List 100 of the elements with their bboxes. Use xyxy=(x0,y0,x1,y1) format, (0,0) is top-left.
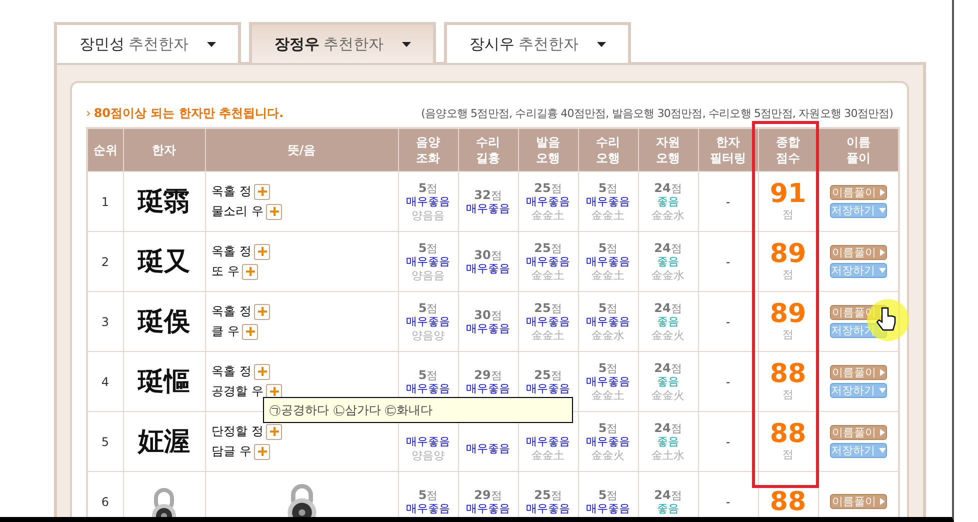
meaning-text: 물소리 우 xyxy=(212,203,264,220)
explain-button[interactable]: 이름풀이 xyxy=(830,365,887,380)
tab[interactable]: 장시우 추천한자 xyxy=(444,22,631,63)
detail-text: 金土水 xyxy=(650,448,686,462)
rating-text: 매우좋음 xyxy=(465,502,511,516)
detail-text: 金金火 xyxy=(650,328,686,342)
score-text: 24점 xyxy=(653,488,683,502)
rating-text: 매우좋음 xyxy=(525,382,571,396)
rank-cell: 2 xyxy=(87,232,123,292)
tab[interactable]: 장민성 추천한자 xyxy=(54,22,241,63)
caret-icon xyxy=(596,42,606,46)
notice-text: 80점이상 되는 한자만 추천됩니다. xyxy=(94,105,284,122)
score-text: 24점 xyxy=(653,360,683,374)
rating-text: 매우좋음 xyxy=(405,314,451,328)
rating-text: 매우좋음 xyxy=(405,382,451,396)
score-text: 29점 xyxy=(473,488,503,502)
detail-text: 金金土 xyxy=(530,448,566,462)
meaning-text: 담글 우 xyxy=(212,443,252,460)
meaning-text: 옥홀 정 xyxy=(212,183,252,200)
total-score: 88 xyxy=(768,361,808,387)
explain-button[interactable]: 이름풀이 xyxy=(830,494,887,509)
detail-text: 金金水 xyxy=(650,268,686,282)
filter-cell: - xyxy=(698,352,758,412)
column-header: 한자 필터링 xyxy=(698,128,758,172)
hanja-cell: 姃渥 xyxy=(123,412,205,472)
total-score: 89 xyxy=(768,301,808,327)
rating-text: 매우좋음 xyxy=(525,434,571,448)
rank-cell: 3 xyxy=(87,292,123,352)
rating-text: 매우좋음 xyxy=(585,374,631,388)
plus-icon xyxy=(246,267,255,276)
column-header: 수리 오행 xyxy=(578,128,638,172)
meaning-text: 옥홀 정 xyxy=(212,363,252,380)
filter-cell: - xyxy=(698,232,758,292)
explain-button[interactable]: 이름풀이 xyxy=(830,185,887,200)
score-text: 24점 xyxy=(653,180,683,194)
score-text: 25점 xyxy=(533,300,563,314)
rating-text: 매우좋음 xyxy=(585,314,631,328)
caret-icon xyxy=(878,388,886,393)
column-header: 수리 길흉 xyxy=(458,128,518,172)
caret-icon xyxy=(878,268,886,273)
detail-text: 金金水 xyxy=(650,208,686,222)
plus-icon xyxy=(258,247,267,256)
score-note: (음양오행 5점만점, 수리길흉 40점만점, 발음오행 30점만점, 수리오행 5점만점, 자원오행 30점만점) xyxy=(421,106,893,121)
column-header: 자원 오행 xyxy=(638,128,698,172)
score-text: 5점 xyxy=(417,240,439,254)
rating-text: 매우좋음 xyxy=(465,442,511,456)
score-text: 5점 xyxy=(417,300,439,314)
rating-text: 매우좋음 xyxy=(465,382,511,396)
plus-icon xyxy=(258,307,267,316)
rating-text: 매우좋음 xyxy=(525,194,571,208)
explain-button[interactable]: 이름풀이 xyxy=(830,425,887,440)
rating-text: 좋음 xyxy=(656,374,680,388)
rank-cell: 5 xyxy=(87,412,123,472)
score-text: 25점 xyxy=(533,180,563,194)
rating-text: 매우좋음 xyxy=(405,434,451,448)
score-text: 5점 xyxy=(597,360,619,374)
detail-text: 양음음 xyxy=(410,268,446,282)
score-text: 24점 xyxy=(653,420,683,434)
total-score: 88 xyxy=(768,421,808,447)
score-text: 30점 xyxy=(473,248,503,262)
tab[interactable]: 장정우 추천한자 xyxy=(249,22,436,63)
rating-text: 매우좋음 xyxy=(585,194,631,208)
rating-text: 좋음 xyxy=(656,254,680,268)
caret-icon xyxy=(880,498,885,505)
plus-icon xyxy=(258,367,267,376)
rating-text: 좋음 xyxy=(656,434,680,448)
rating-text: 좋음 xyxy=(656,502,680,516)
detail-text: 金金土 xyxy=(590,268,626,282)
caret-icon xyxy=(878,448,886,453)
score-text: 5점 xyxy=(417,488,439,502)
rating-text: 매우좋음 xyxy=(405,502,451,516)
rank-cell: 4 xyxy=(87,352,123,412)
save-button[interactable]: 저장하기 xyxy=(830,443,887,458)
rating-text: 매우좋음 xyxy=(465,202,511,216)
rating-text: 좋음 xyxy=(656,194,680,208)
unit-text: 점 xyxy=(782,267,794,282)
hanja-cell: 珽慪 xyxy=(123,352,205,412)
meaning-text: 클 우 xyxy=(212,323,240,340)
score-text: 32점 xyxy=(473,188,503,202)
unit-text: 점 xyxy=(782,447,794,462)
detail-text: 金金土 xyxy=(530,268,566,282)
plus-icon xyxy=(270,207,279,216)
score-text: 29점 xyxy=(473,368,503,382)
total-score: 91 xyxy=(768,181,808,207)
save-button[interactable]: 저장하기 xyxy=(830,383,887,398)
meaning-text: 또 우 xyxy=(212,263,240,280)
save-button[interactable]: 저장하기 xyxy=(830,203,887,218)
caret-icon xyxy=(878,208,886,213)
plus-icon xyxy=(270,387,279,396)
explain-button[interactable]: 이름풀이 xyxy=(830,245,887,260)
detail-text: 金金火 xyxy=(590,448,626,462)
rating-text: 매우좋음 xyxy=(525,254,571,268)
score-text: 5점 xyxy=(597,488,619,502)
score-text: 30점 xyxy=(473,308,503,322)
caret-icon xyxy=(206,42,216,46)
score-text: 5점 xyxy=(597,420,619,434)
save-button[interactable]: 저장하기 xyxy=(830,263,887,278)
tooltip: ㉠공경하다 ㉡삼가다 ㉢화내다 xyxy=(263,397,573,423)
score-text: 24점 xyxy=(653,240,683,254)
rating-text: 좋음 xyxy=(656,314,680,328)
